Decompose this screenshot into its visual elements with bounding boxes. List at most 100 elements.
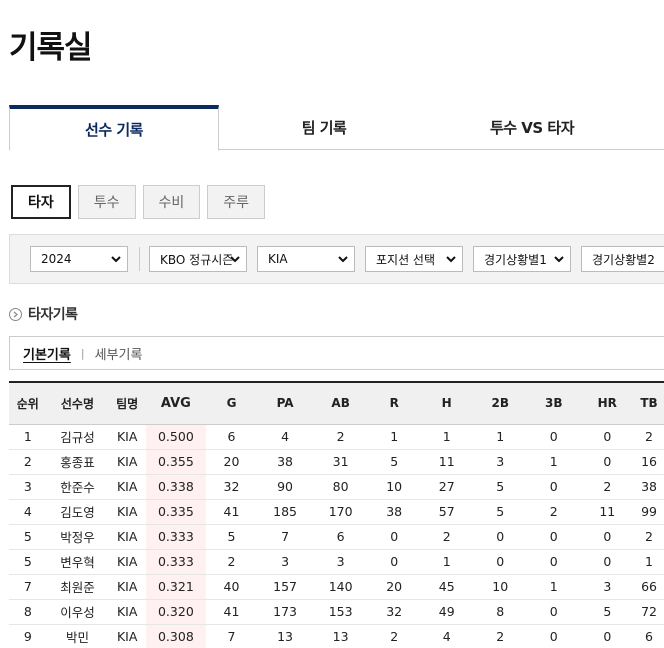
table-cell: 1 bbox=[549, 454, 558, 469]
player-name-cell[interactable]: 김도영 bbox=[47, 499, 109, 524]
column-header[interactable]: 선수명 bbox=[47, 382, 109, 424]
column-header[interactable]: HR bbox=[581, 382, 635, 424]
table-cell: 0 bbox=[390, 529, 399, 544]
situation1-select[interactable]: 경기상황별1 bbox=[473, 246, 571, 272]
situation2-select[interactable]: 경기상황별2 bbox=[581, 246, 664, 272]
record-tab-separator: | bbox=[80, 346, 85, 360]
table-cell: 8 bbox=[496, 604, 505, 619]
player-name-cell[interactable]: 한준수 bbox=[47, 474, 109, 499]
table-cell: 3 bbox=[603, 579, 612, 594]
table-row: 9 박민 KIA 0.308 7 13 13 2 4 2 0 0 6 bbox=[9, 624, 664, 648]
sub-tab-baserunning[interactable]: 주루 bbox=[207, 185, 266, 219]
table-cell: 5 bbox=[390, 454, 399, 469]
table-cell: 99 bbox=[641, 504, 657, 519]
table-cell: 0.355 bbox=[146, 449, 206, 474]
column-header[interactable]: AVG bbox=[146, 382, 206, 424]
table-cell: 0 bbox=[549, 554, 558, 569]
sub-tabs: 타자 투수 수비 주루 bbox=[11, 185, 266, 219]
table-cell: 0 bbox=[603, 629, 612, 644]
table-cell: 2 bbox=[645, 529, 653, 544]
table-row: 5 박정우 KIA 0.333 5 7 6 0 2 0 0 0 2 bbox=[9, 524, 664, 549]
player-name-cell[interactable]: 이우성 bbox=[47, 599, 109, 624]
column-header[interactable]: R bbox=[368, 382, 420, 424]
season-select-value: 2024 bbox=[41, 252, 72, 266]
tab-pitcher-vs-batter[interactable]: 투수 VS 타자 bbox=[427, 105, 637, 150]
player-name-cell[interactable]: 변우혁 bbox=[47, 549, 109, 574]
chevron-down-icon bbox=[111, 256, 121, 263]
column-header[interactable]: TB bbox=[634, 382, 664, 424]
table-cell: 0 bbox=[603, 429, 612, 444]
sub-tab-pitcher[interactable]: 투수 bbox=[77, 185, 136, 219]
table-cell: 6 bbox=[227, 429, 236, 444]
chevron-down-icon bbox=[554, 256, 564, 263]
table-cell: 72 bbox=[641, 604, 657, 619]
table-cell: 0 bbox=[603, 554, 612, 569]
season-select[interactable]: 2024 bbox=[30, 246, 128, 272]
table-cell: 40 bbox=[223, 579, 240, 594]
column-header[interactable]: 2B bbox=[473, 382, 527, 424]
sub-tab-defense[interactable]: 수비 bbox=[142, 185, 201, 219]
table-cell: 0.333 bbox=[146, 524, 206, 549]
chevron-down-icon bbox=[338, 256, 348, 263]
table-cell: 10 bbox=[492, 579, 509, 594]
player-name-cell[interactable]: 홍종표 bbox=[47, 449, 109, 474]
column-header[interactable]: 순위 bbox=[9, 382, 47, 424]
table-cell: 2 bbox=[442, 529, 451, 544]
table-cell: KIA bbox=[116, 579, 138, 594]
table-cell: 0 bbox=[603, 529, 612, 544]
table-cell: 0 bbox=[549, 529, 558, 544]
table-cell: 1 bbox=[645, 554, 653, 569]
table-cell: 5 bbox=[496, 479, 505, 494]
table-cell: 20 bbox=[223, 454, 240, 469]
table-cell: KIA bbox=[116, 504, 138, 519]
record-tab-basic[interactable]: 기본기록 bbox=[23, 344, 71, 363]
position-select[interactable]: 포지션 선택 bbox=[365, 246, 463, 272]
player-name-cell[interactable]: 박정우 bbox=[47, 524, 109, 549]
tab-player-records[interactable]: 선수 기록 bbox=[9, 105, 219, 151]
stats-table: 순위 선수명 팀명 AVG G PA AB R H 2B 3B HR TB 1 김규성 KIA 0.500 6 4… bbox=[9, 381, 664, 648]
table-cell: 0 bbox=[496, 529, 505, 544]
table-cell: KIA bbox=[116, 629, 138, 644]
table-cell: 1 bbox=[496, 429, 505, 444]
table-cell: 31 bbox=[332, 454, 349, 469]
team-select-value: KIA bbox=[268, 252, 288, 266]
main-tabs: 선수 기록 팀 기록 투수 VS 타자 bbox=[9, 105, 664, 151]
player-name-cell[interactable]: 최원준 bbox=[47, 574, 109, 599]
table-cell: 16 bbox=[641, 454, 657, 469]
column-header[interactable]: G bbox=[206, 382, 258, 424]
column-header[interactable]: H bbox=[420, 382, 474, 424]
table-cell: 10 bbox=[386, 479, 403, 494]
table-cell: KIA bbox=[116, 454, 138, 469]
table-row: 7 최원준 KIA 0.321 40 157 140 20 45 10 1 3 66 bbox=[9, 574, 664, 599]
table-cell: 27 bbox=[438, 479, 455, 494]
table-cell: 2 bbox=[603, 479, 612, 494]
column-header[interactable]: AB bbox=[313, 382, 369, 424]
sub-tab-hitter[interactable]: 타자 bbox=[11, 185, 71, 219]
table-cell: 9 bbox=[23, 629, 32, 644]
tab-team-records[interactable]: 팀 기록 bbox=[219, 105, 429, 150]
table-cell: 0 bbox=[549, 604, 558, 619]
player-name-cell[interactable]: 김규성 bbox=[47, 424, 109, 449]
team-select[interactable]: KIA bbox=[257, 246, 355, 272]
table-cell: 2 bbox=[496, 629, 505, 644]
table-cell: 80 bbox=[332, 479, 349, 494]
situation2-select-value: 경기상황별2 bbox=[592, 252, 655, 267]
series-select-value: KBO 정규시즌 bbox=[160, 252, 234, 267]
circle-arrow-icon bbox=[9, 307, 22, 321]
table-cell: 13 bbox=[332, 629, 349, 644]
column-header[interactable]: PA bbox=[257, 382, 313, 424]
table-cell: 8 bbox=[23, 604, 32, 619]
position-select-value: 포지션 선택 bbox=[376, 252, 436, 267]
column-header[interactable]: 팀명 bbox=[108, 382, 146, 424]
table-row: 3 한준수 KIA 0.338 32 90 80 10 27 5 0 2 38 bbox=[9, 474, 664, 499]
table-cell: 2 bbox=[390, 629, 399, 644]
player-name-cell[interactable]: 박민 bbox=[47, 624, 109, 648]
record-tab-detail[interactable]: 세부기록 bbox=[95, 344, 143, 363]
column-header[interactable]: 3B bbox=[527, 382, 581, 424]
table-cell: 1 bbox=[549, 579, 558, 594]
table-cell: 0.333 bbox=[146, 549, 206, 574]
table-cell: 5 bbox=[23, 554, 32, 569]
table-cell: 7 bbox=[23, 579, 32, 594]
series-select[interactable]: KBO 정규시즌 bbox=[149, 246, 247, 272]
table-cell: 0 bbox=[496, 554, 505, 569]
